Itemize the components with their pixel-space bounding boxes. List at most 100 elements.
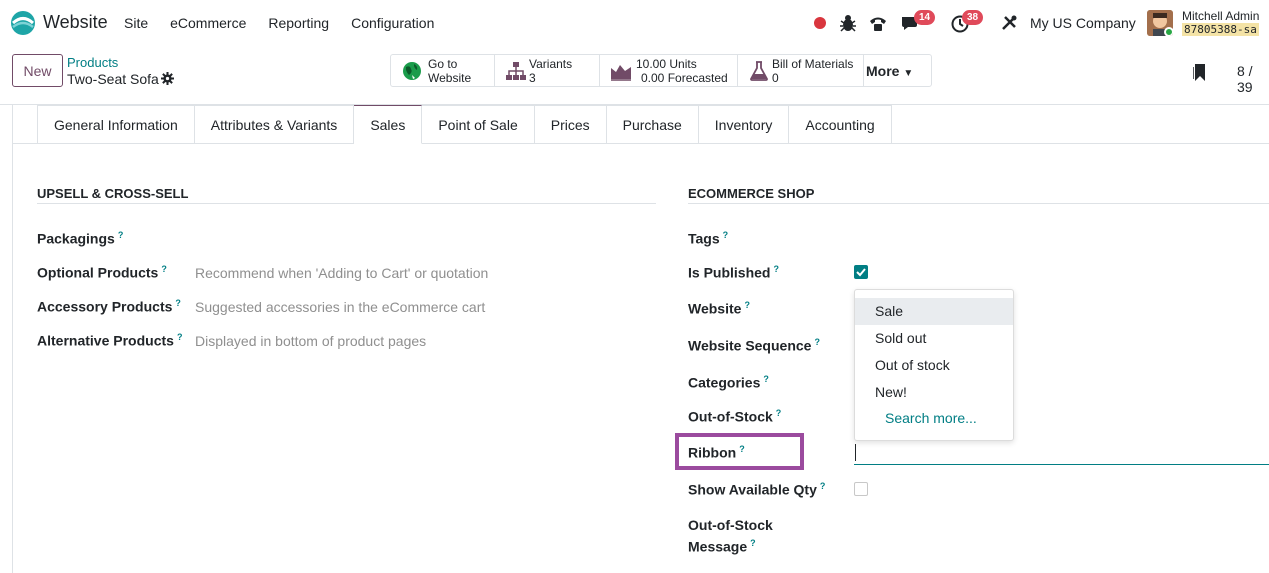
out-of-stock-text: Out-of-Stock xyxy=(688,408,773,425)
bill-of-materials-button[interactable]: Bill of Materials 0 xyxy=(738,55,864,86)
ribbon-autocomplete-dropdown: Sale Sold out Out of stock New! Search m… xyxy=(854,289,1014,441)
is-published-label: Is Published? xyxy=(688,264,779,281)
tab-accounting[interactable]: Accounting xyxy=(789,105,892,144)
tab-general-information[interactable]: General Information xyxy=(37,105,195,144)
website-text: Website xyxy=(688,300,742,317)
accessory-products-text: Accessory Products xyxy=(37,298,173,315)
sitemap-icon xyxy=(506,62,526,80)
globe-icon xyxy=(403,62,421,80)
show-available-qty-text: Show Available Qty xyxy=(688,481,817,498)
variants-label: Variants xyxy=(529,57,573,71)
variants-count: 3 xyxy=(529,71,536,85)
variants-button[interactable]: Variants 3 xyxy=(495,55,600,86)
tab-sales[interactable]: Sales xyxy=(354,105,423,144)
caret-down-icon: ▼ xyxy=(903,68,914,79)
menu-reporting[interactable]: Reporting xyxy=(268,15,329,31)
tab-purchase[interactable]: Purchase xyxy=(606,105,699,144)
database-name: 87805388-sa xyxy=(1182,23,1259,36)
help-icon[interactable]: ? xyxy=(763,374,769,384)
alternative-products-text: Alternative Products xyxy=(37,332,174,349)
phone-icon[interactable] xyxy=(868,13,888,33)
help-icon[interactable]: ? xyxy=(161,264,167,274)
tags-label: Tags? xyxy=(688,230,728,247)
categories-label: Categories? xyxy=(688,374,769,391)
gear-icon[interactable] xyxy=(161,72,174,85)
user-name[interactable]: Mitchell Admin xyxy=(1182,9,1259,23)
website-label: Website? xyxy=(688,300,750,317)
help-icon[interactable]: ? xyxy=(175,298,181,308)
text-cursor xyxy=(855,444,856,461)
help-icon[interactable]: ? xyxy=(723,230,729,240)
messages-badge: 14 xyxy=(914,10,936,25)
checkmark-icon xyxy=(856,268,866,277)
accessory-products-input[interactable]: Suggested accessories in the eCommerce c… xyxy=(195,299,485,315)
record-dot-icon[interactable] xyxy=(814,17,826,29)
optional-products-input[interactable]: Recommend when 'Adding to Cart' or quota… xyxy=(195,265,488,281)
main-menu: Site eCommerce Reporting Configuration xyxy=(124,15,456,31)
company-switcher[interactable]: My US Company xyxy=(1030,15,1136,31)
notebook-tabs: General Information Attributes & Variant… xyxy=(37,105,892,144)
on-hand-units: 10.00 Units xyxy=(636,57,697,71)
help-icon[interactable]: ? xyxy=(750,538,756,548)
is-published-text: Is Published xyxy=(688,264,771,281)
new-button[interactable]: New xyxy=(12,54,63,87)
ribbon-option-sold-out[interactable]: Sold out xyxy=(855,325,1013,352)
tags-text: Tags xyxy=(688,230,720,247)
units-button[interactable]: 10.00 Units 0.00 Forecasted xyxy=(600,55,738,86)
bug-icon[interactable] xyxy=(838,13,858,33)
upsell-section-title: UPSELL & CROSS-SELL xyxy=(37,186,189,201)
tab-point-of-sale[interactable]: Point of Sale xyxy=(422,105,535,144)
tools-icon[interactable] xyxy=(999,13,1019,33)
website-app-icon[interactable] xyxy=(10,10,36,36)
optional-products-text: Optional Products xyxy=(37,264,159,281)
breadcrumb-parent[interactable]: Products xyxy=(67,55,118,70)
help-icon[interactable]: ? xyxy=(773,264,779,274)
search-more-link[interactable]: Search more... xyxy=(885,410,977,426)
help-icon[interactable]: ? xyxy=(118,230,124,240)
menu-site[interactable]: Site xyxy=(124,15,148,31)
go-to-label: Go to xyxy=(428,57,458,71)
help-icon[interactable]: ? xyxy=(744,300,750,310)
oos-message-label-line1: Out-of-Stock xyxy=(688,517,773,533)
record-pager[interactable]: 8 / 39 xyxy=(1237,63,1269,95)
top-navbar: Website Site eCommerce Reporting Configu… xyxy=(0,0,1269,46)
ecommerce-section-rule xyxy=(688,203,1269,204)
tab-prices[interactable]: Prices xyxy=(534,105,607,144)
forecasted-units: 0.00 Forecasted xyxy=(641,71,728,85)
help-icon[interactable]: ? xyxy=(177,332,183,342)
optional-products-label: Optional Products? xyxy=(37,264,167,281)
help-icon[interactable]: ? xyxy=(814,337,820,347)
upsell-section-rule xyxy=(37,203,656,204)
app-name[interactable]: Website xyxy=(43,12,108,33)
bom-count: 0 xyxy=(772,71,779,85)
tab-inventory[interactable]: Inventory xyxy=(698,105,790,144)
is-published-checkbox[interactable] xyxy=(854,265,868,279)
ribbon-input[interactable] xyxy=(854,441,1269,465)
categories-text: Categories xyxy=(688,374,761,391)
tab-underline-right xyxy=(882,143,1269,144)
help-icon[interactable]: ? xyxy=(739,444,745,454)
show-available-qty-checkbox[interactable] xyxy=(854,482,868,496)
more-dropdown-button[interactable]: More ▼ xyxy=(866,63,913,79)
ribbon-option-sale[interactable]: Sale xyxy=(855,298,1013,325)
ribbon-option-out-of-stock[interactable]: Out of stock xyxy=(855,352,1013,379)
bookmark-icon[interactable] xyxy=(1193,63,1207,82)
menu-configuration[interactable]: Configuration xyxy=(351,15,434,31)
flask-icon xyxy=(750,61,768,81)
go-to-website-button[interactable]: Go to Website xyxy=(391,55,495,86)
help-icon[interactable]: ? xyxy=(820,481,826,491)
avatar[interactable] xyxy=(1147,10,1173,36)
menu-ecommerce[interactable]: eCommerce xyxy=(170,15,246,31)
packagings-text: Packagings xyxy=(37,230,115,247)
ribbon-option-new[interactable]: New! xyxy=(855,379,1013,406)
ecommerce-section-title: ECOMMERCE SHOP xyxy=(688,186,815,201)
bom-label: Bill of Materials xyxy=(772,57,854,71)
ribbon-label: Ribbon? xyxy=(688,444,745,461)
alternative-products-label: Alternative Products? xyxy=(37,332,182,349)
alternative-products-input[interactable]: Displayed in bottom of product pages xyxy=(195,333,426,349)
tab-underline xyxy=(13,143,37,144)
tab-attributes-variants[interactable]: Attributes & Variants xyxy=(194,105,355,144)
more-label: More xyxy=(866,63,900,79)
ribbon-text: Ribbon xyxy=(688,444,737,461)
help-icon[interactable]: ? xyxy=(776,408,782,418)
